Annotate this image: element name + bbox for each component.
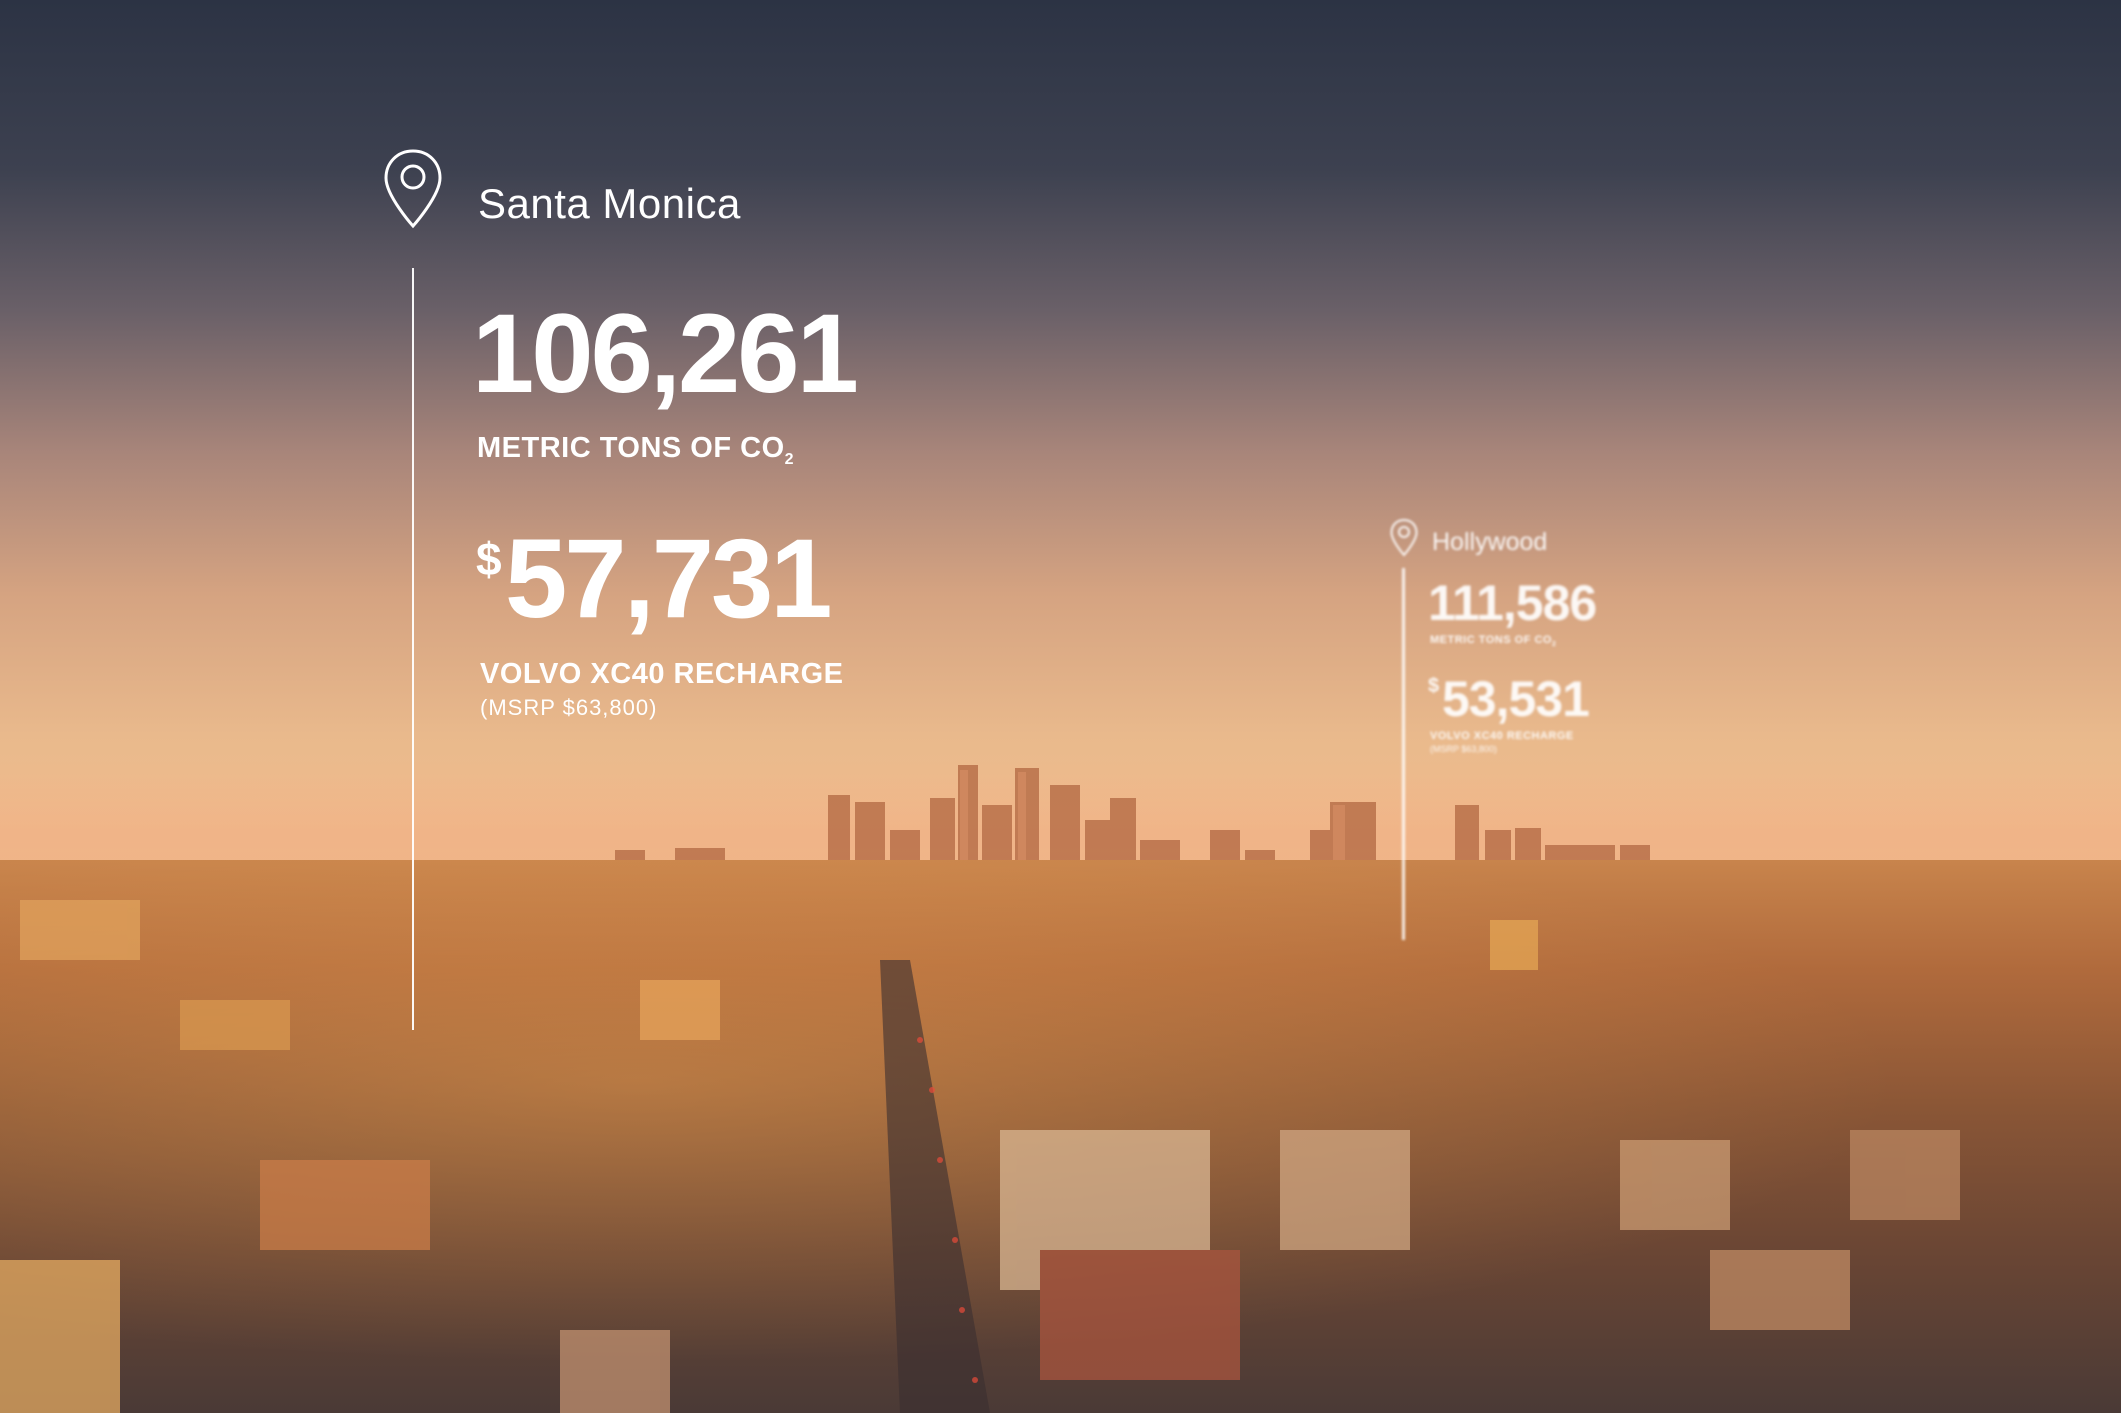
currency-symbol: $ xyxy=(476,533,502,585)
map-pin-icon xyxy=(1390,518,1418,557)
price-value: 57,731 xyxy=(505,516,833,641)
co2-label: METRIC TONS OF CO2 xyxy=(1430,634,1557,649)
msrp-label: (MSRP $63,800) xyxy=(480,695,658,720)
callout-leader-line xyxy=(412,268,414,1030)
street-buildings xyxy=(0,900,1960,1413)
msrp-label: (MSRP $63,800) xyxy=(1430,744,1497,754)
callout-leader-line xyxy=(1402,568,1405,940)
location-name: Santa Monica xyxy=(478,180,741,227)
co2-value: 106,261 xyxy=(472,291,859,416)
background-photo xyxy=(0,0,2121,1413)
co2-value: 111,586 xyxy=(1428,575,1597,631)
co2-label: METRIC TONS OF CO2 xyxy=(477,432,795,468)
location-name: Hollywood xyxy=(1432,528,1548,556)
price-value: 53,531 xyxy=(1442,671,1590,727)
map-pin-icon xyxy=(384,149,442,229)
vehicle-label: VOLVO XC40 RECHARGE xyxy=(480,658,844,690)
currency-symbol: $ xyxy=(1428,675,1440,697)
vehicle-label: VOLVO XC40 RECHARGE xyxy=(1430,730,1574,742)
